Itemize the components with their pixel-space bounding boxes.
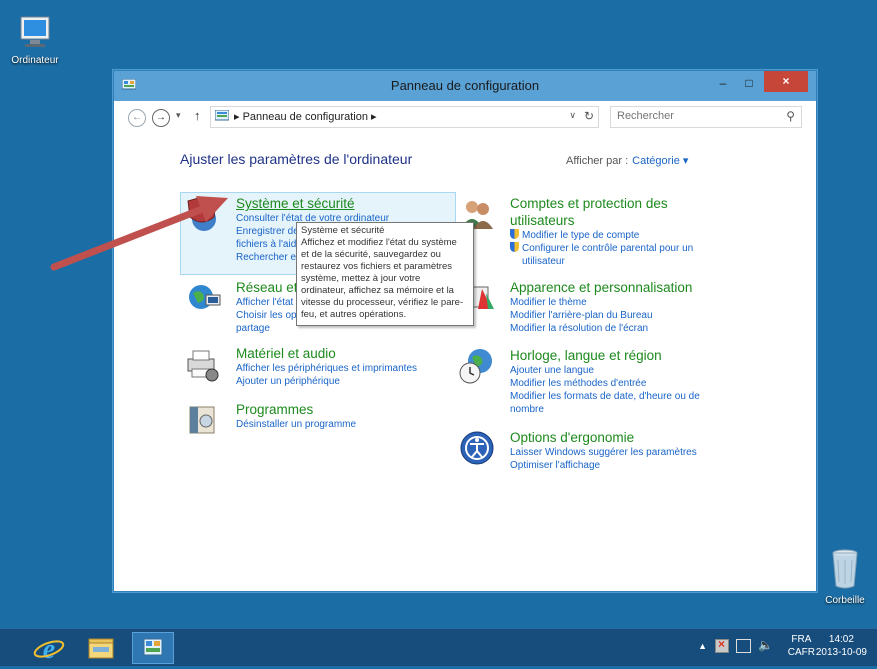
taskbar-internet-explorer[interactable]: e [28,632,70,665]
clock-time: 14:02 [828,634,854,645]
link-date-formats[interactable]: Modifier les formats de date, d'heure ou… [510,390,700,403]
category-programs-body: Programmes Désinstaller un programme [236,401,356,431]
tooltip-line: et de la sécurité, sauvegardez ou [301,249,441,260]
up-arrow-icon[interactable]: ↑ [194,108,201,123]
link-parental-controls-cont[interactable]: utilisateur [510,255,693,268]
minimize-button[interactable]: – [710,73,736,93]
back-arrow-icon[interactable]: ← [128,109,146,127]
category-accounts-title-2[interactable]: utilisateurs [510,212,693,229]
close-button[interactable]: × [764,71,808,92]
title-bar[interactable]: Panneau de configuration – □ × [114,71,816,101]
control-panel-taskbar-icon [143,638,163,656]
address-bar[interactable]: ▸ Panneau de configuration ▸ ∨ ↻ [210,106,599,128]
forward-arrow-icon[interactable]: → [152,109,170,127]
tooltip-line: système, mettez à jour votre [301,273,421,284]
link-add-language[interactable]: Ajouter une langue [510,364,700,377]
link-change-theme[interactable]: Modifier le thème [510,296,692,309]
recycle-bin-icon [832,549,858,589]
programs-box-icon [189,406,215,434]
view-by: Afficher par : Catégorie ▾ [566,154,688,167]
view-by-label: Afficher par : [566,155,629,167]
control-panel-window: Panneau de configuration – □ × ← → ▾ ↑ ▸… [113,70,817,592]
volume-icon[interactable]: 🔈 [758,638,773,652]
tooltip-line: vitesse du processeur, vérifiez le pare- [301,297,464,308]
category-appearance-title[interactable]: Apparence et personnalisation [510,279,692,296]
desktop-icon-computer[interactable]: Ordinateur [8,14,62,66]
clock-globe-icon [459,349,492,384]
search-box[interactable]: ⚲ [610,106,802,128]
search-icon[interactable]: ⚲ [786,109,795,123]
address-dropdown-icon[interactable]: ∨ [569,110,576,121]
maximize-button[interactable]: □ [736,73,762,93]
link-optimize-display[interactable]: Optimiser l'affichage [510,459,697,472]
taskbar: e ▲ 🔈 FRA CAFR 14:02 2013-10-09 [0,628,877,666]
desktop-icon-recycle-label: Corbeille [825,595,865,606]
tooltip-line: Affichez et modifiez l'état du système [301,237,457,248]
printer-icon [187,350,219,382]
network-globe-icon [189,285,221,309]
svg-text:e: e [43,634,55,664]
language-indicator[interactable]: FRA CAFR [788,633,815,659]
view-by-dropdown[interactable]: Catégorie ▾ [632,155,688,167]
link-date-formats-cont[interactable]: nombre [510,403,700,416]
navigation-bar: ← → ▾ ↑ ▸ Panneau de configuration ▸ ∨ ↻… [114,101,816,133]
ease-of-access-icon [460,431,494,465]
desktop-icon-computer-label: Ordinateur [11,55,59,66]
clock[interactable]: 14:02 2013-10-09 [816,633,867,659]
language-code: FRA [791,634,812,645]
link-input-methods[interactable]: Modifier les méthodes d'entrée [510,377,700,390]
tooltip-title: Système et sécurité [301,225,385,236]
category-hardware-title[interactable]: Matériel et audio [236,345,417,362]
network-icon[interactable] [736,639,751,653]
category-accounts-body: Comptes et protection des utilisateurs M… [510,195,693,268]
category-appearance-body: Apparence et personnalisation Modifier l… [510,279,692,335]
desktop-icon-recycle-bin[interactable]: Corbeille [818,548,872,606]
page-heading: Ajuster les paramètres de l'ordinateur [180,151,413,167]
category-clock-body: Horloge, langue et région Ajouter une la… [510,347,700,416]
refresh-icon[interactable]: ↻ [584,109,594,123]
category-programs-title[interactable]: Programmes [236,401,356,418]
link-desktop-background[interactable]: Modifier l'arrière-plan du Bureau [510,309,692,322]
shield-globe-icon [187,196,217,231]
address-path[interactable]: ▸ Panneau de configuration ▸ [234,110,377,123]
show-hidden-icons-icon[interactable]: ▲ [698,641,707,651]
category-ease-title[interactable]: Options d'ergonomie [510,429,697,446]
taskbar-file-explorer[interactable] [80,632,122,664]
folder-icon [88,638,114,659]
computer-icon [20,16,50,47]
link-devices-printers[interactable]: Afficher les périphériques et imprimante… [236,362,417,375]
link-add-device[interactable]: Ajouter un périphérique [236,375,417,388]
link-suggest-settings[interactable]: Laisser Windows suggérer les paramètres [510,446,697,459]
tooltip-line: restaurez vos fichiers et paramètres [301,261,453,272]
link-screen-resolution[interactable]: Modifier la résolution de l'écran [510,322,692,335]
category-hardware-body: Matériel et audio Afficher les périphéri… [236,345,417,388]
control-panel-small-icon [215,110,229,121]
link-parental-controls[interactable]: Configurer le contrôle parental pour un [510,242,693,255]
tooltip-line: ordinateur, affichez sa mémoire et la [301,285,454,296]
tooltip-system-security: Système et sécurité Affichez et modifiez… [296,222,474,326]
keyboard-layout: CAFR [787,647,815,658]
clock-date: 2013-10-09 [815,647,867,658]
category-system-title[interactable]: Système et sécurité [236,195,437,212]
search-input[interactable] [615,109,769,123]
action-center-flag-icon[interactable] [715,637,729,653]
category-clock-title[interactable]: Horloge, langue et région [510,347,700,364]
category-accounts-title[interactable]: Comptes et protection des [510,195,693,212]
system-tray: ▲ 🔈 FRA CAFR 14:02 2013-10-09 [677,629,877,666]
category-ease-body: Options d'ergonomie Laisser Windows sugg… [510,429,697,472]
internet-explorer-icon: e [33,634,65,665]
taskbar-control-panel[interactable] [132,632,174,664]
link-change-account-type[interactable]: Modifier le type de compte [510,229,693,242]
recent-locations-chevron-icon[interactable]: ▾ [176,110,181,121]
tooltip-line: feu, et autres opérations. [301,309,407,320]
link-uninstall[interactable]: Désinstaller un programme [236,418,356,431]
breadcrumb-control-panel[interactable]: Panneau de configuration [243,111,368,123]
